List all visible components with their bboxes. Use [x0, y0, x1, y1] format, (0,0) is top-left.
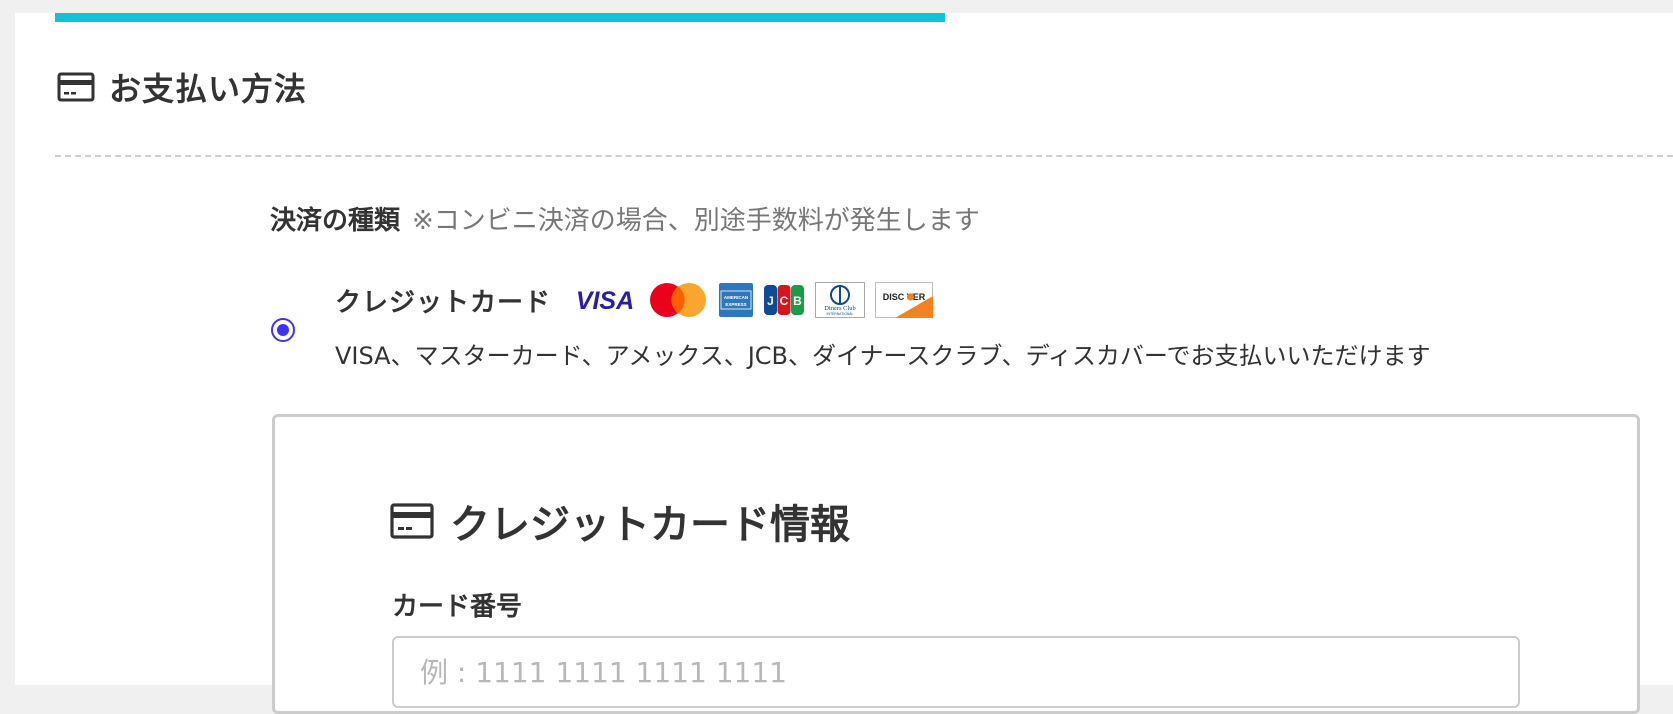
- credit-card-icon: [390, 503, 434, 539]
- svg-text:C: C: [780, 294, 789, 308]
- credit-card-option[interactable]: クレジットカード VISA AMERICAN EXPRESS J C B Din…: [335, 278, 934, 322]
- card-number-label: カード番号: [392, 592, 523, 622]
- card-number-input[interactable]: [392, 636, 1520, 708]
- credit-card-icon: [57, 72, 95, 102]
- svg-text:EXPRESS: EXPRESS: [725, 302, 746, 307]
- credit-card-radio[interactable]: [271, 318, 295, 342]
- card-info-title: クレジットカード情報: [450, 502, 850, 548]
- amex-logo: AMERICAN EXPRESS: [719, 283, 754, 317]
- credit-card-description: VISA、マスターカード、アメックス、JCB、ダイナースクラブ、ディスカバーでお…: [335, 342, 1431, 370]
- credit-card-option-label: クレジットカード: [335, 287, 552, 318]
- radio-selected-dot: [277, 324, 289, 336]
- section-heading: お支払い方法: [57, 62, 307, 112]
- jcb-logo: J C B: [764, 285, 805, 315]
- svg-text:DISC VER: DISC VER: [883, 292, 926, 302]
- svg-text:INTERNATIONAL: INTERNATIONAL: [827, 312, 854, 316]
- card-info-heading: クレジットカード情報: [390, 493, 850, 549]
- payment-type-label: 決済の種類: [270, 205, 401, 236]
- card-brand-logos: VISA AMERICAN EXPRESS J C B Diners Club …: [573, 281, 934, 319]
- payment-type-heading: 決済の種類 ※コンビニ決済の場合、別途手数料が発生します: [270, 198, 980, 238]
- svg-text:Diners Club: Diners Club: [824, 305, 856, 312]
- progress-bar: [55, 13, 1673, 22]
- svg-text:B: B: [793, 294, 802, 308]
- svg-text:AMERICAN: AMERICAN: [724, 295, 748, 300]
- visa-logo: VISA: [576, 287, 634, 315]
- page-title: お支払い方法: [109, 70, 308, 108]
- progress-bar-fill: [55, 13, 945, 22]
- divider: [55, 155, 1673, 157]
- mastercard-logo: [650, 283, 707, 317]
- svg-text:VISA: VISA: [576, 287, 634, 315]
- discover-logo: DISC VER: [875, 282, 934, 318]
- diners-club-logo: Diners Club INTERNATIONAL: [815, 282, 866, 318]
- payment-type-note: ※コンビニ決済の場合、別途手数料が発生します: [412, 205, 980, 236]
- svg-text:J: J: [767, 294, 774, 308]
